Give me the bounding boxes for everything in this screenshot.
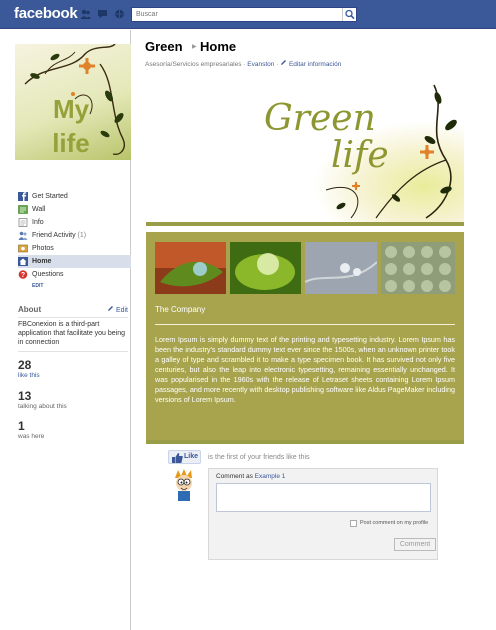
notifications-icon[interactable] xyxy=(114,9,125,19)
top-bar: facebook xyxy=(0,0,496,29)
sidebar-item-friend-activity[interactable]: Friend Activity (1) xyxy=(18,229,131,242)
about-edit-link[interactable]: Edit xyxy=(107,305,128,314)
post-on-profile-label: Post comment on my profile xyxy=(360,520,429,526)
about-heading: About xyxy=(18,305,42,314)
photo-leaf-droplet xyxy=(155,242,226,294)
sidebar-item-label: Info xyxy=(32,219,44,226)
sidebar-item-label: Friend Activity xyxy=(32,232,76,239)
about-edit-label: Edit xyxy=(115,307,128,314)
stat-talking: 13 talking about this xyxy=(18,389,128,410)
content-divider xyxy=(155,324,455,325)
banner-vine-decoration xyxy=(325,84,457,219)
sidebar-item-label: Home xyxy=(32,258,52,265)
about-section-heading: About Edit xyxy=(18,305,128,314)
profile-text-line1: My xyxy=(52,94,90,124)
comment-user-link[interactable]: Example 1 xyxy=(255,473,286,480)
sidebar-edit-link[interactable]: EDIT xyxy=(18,281,131,291)
stat-talking-number: 13 xyxy=(18,389,32,403)
post-on-profile-checkbox[interactable] xyxy=(350,520,357,527)
about-text: FBConexion is a third-part application t… xyxy=(18,321,126,346)
edit-info-label: Editar información xyxy=(288,61,342,68)
company-description: Lorem Ipsum is simply dummy text of the … xyxy=(155,335,455,404)
home-icon xyxy=(18,257,28,266)
sidebar-item-label: Get Started xyxy=(32,193,68,200)
like-button[interactable]: Like xyxy=(168,450,201,464)
stat-talking-label: talking about this xyxy=(18,403,67,410)
thumbs-up-icon xyxy=(172,453,183,463)
sidebar-item-info[interactable]: Info xyxy=(18,216,131,229)
stat-checkins-number: 1 xyxy=(18,419,25,433)
banner-bottom-rule xyxy=(146,222,464,226)
page-title[interactable]: Green xyxy=(145,39,183,54)
company-content-block: The Company Lorem Ipsum is simply dummy … xyxy=(146,232,464,440)
like-button-label: Like xyxy=(184,453,199,460)
stat-likes: 28 like this xyxy=(18,358,128,379)
sidebar-item-get-started[interactable]: Get Started xyxy=(18,190,131,203)
comment-input[interactable] xyxy=(216,483,431,512)
stat-likes-number: 28 xyxy=(18,358,32,372)
sidebar-item-label: Wall xyxy=(32,206,46,213)
stat-checkins: 1 was here xyxy=(18,419,128,440)
stat-likes-label[interactable]: like this xyxy=(18,372,128,379)
info-icon xyxy=(18,218,28,227)
photo-dot-pattern xyxy=(381,242,455,294)
comment-as-label: Comment as xyxy=(216,473,253,480)
search-input[interactable] xyxy=(132,8,342,21)
comment-button[interactable]: Comment xyxy=(394,538,436,551)
page-category[interactable]: Asesoría/Servicios empresariales xyxy=(145,61,241,68)
profile-text-line2: life xyxy=(52,128,90,158)
friends-icon xyxy=(18,231,28,240)
sidebar-item-photos[interactable]: Photos xyxy=(18,242,131,255)
comment-as-line: Comment as Example 1 xyxy=(216,473,285,480)
profile-picture-text: My life xyxy=(41,92,101,160)
photo-dew-bokeh xyxy=(305,242,377,294)
pencil-icon xyxy=(281,60,287,65)
photo-green-drop xyxy=(230,242,301,294)
wall-icon xyxy=(18,205,28,214)
tab-title: Home xyxy=(200,39,237,54)
facebook-logo[interactable]: facebook xyxy=(14,5,78,22)
like-status-text: is the first of your friends like this xyxy=(208,454,310,461)
sidebar-item-questions[interactable]: ? Questions xyxy=(18,268,131,281)
search-box xyxy=(131,7,357,22)
sidebar-item-label: Questions xyxy=(32,271,64,278)
sidebar-item-home[interactable]: Home xyxy=(18,255,131,268)
friend-activity-count: (1) xyxy=(77,232,87,239)
sidebar-item-label: Photos xyxy=(32,245,54,252)
main-content: Green ▶ Home Asesoría/Servicios empresar… xyxy=(132,30,496,630)
friend-requests-icon[interactable] xyxy=(80,9,91,19)
pencil-icon xyxy=(107,306,113,311)
page-location[interactable]: Evanston xyxy=(247,61,274,68)
sidebar-item-wall[interactable]: Wall xyxy=(18,203,131,216)
messages-icon[interactable] xyxy=(97,9,108,19)
green-life-banner: Green life xyxy=(146,80,464,222)
questions-icon: ? xyxy=(18,270,28,279)
stat-checkins-label: was here xyxy=(18,433,45,440)
user-avatar[interactable] xyxy=(172,468,196,502)
page-subline: Asesoría/Servicios empresariales · Evans… xyxy=(145,59,341,68)
left-column: My life Get Started Wall Info Friend Act… xyxy=(0,30,131,630)
company-heading: The Company xyxy=(155,305,206,314)
svg-text:?: ? xyxy=(21,272,25,279)
breadcrumb-arrow-icon: ▶ xyxy=(192,44,197,50)
profile-picture[interactable]: My life xyxy=(15,44,131,160)
search-button[interactable] xyxy=(342,8,356,21)
stats-divider xyxy=(18,351,128,352)
search-icon xyxy=(345,9,355,20)
edit-info-link[interactable]: Editar información xyxy=(280,60,342,68)
about-divider xyxy=(18,317,128,318)
sidebar-nav: Get Started Wall Info Friend Activity (1… xyxy=(18,190,131,291)
photos-icon xyxy=(18,244,28,253)
page: facebook Buscar My life Get Started Wall… xyxy=(0,0,496,630)
facebook-icon xyxy=(18,192,28,201)
content-bottom-rule xyxy=(146,440,464,444)
